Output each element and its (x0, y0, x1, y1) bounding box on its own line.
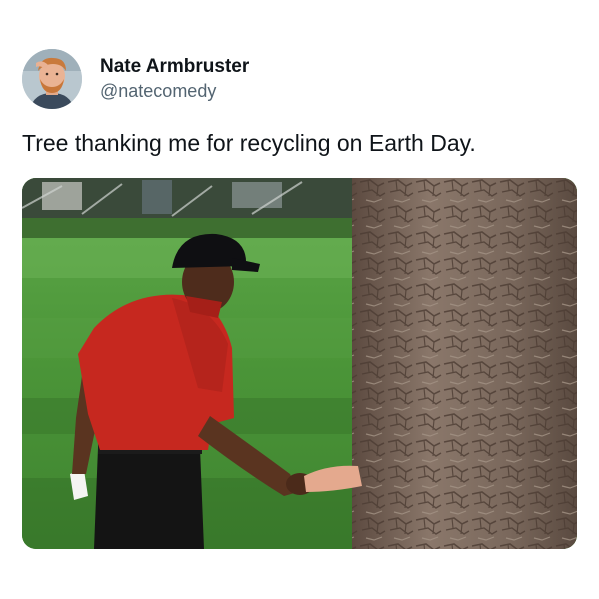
tweet-media[interactable] (22, 178, 577, 549)
author-display-name[interactable]: Nate Armbruster (100, 55, 249, 79)
author-names: Nate Armbruster @natecomedy (100, 55, 249, 103)
tweet-header: Nate Armbruster @natecomedy (22, 49, 249, 109)
photo-golfer-shaking-hand-with-tree-icon (22, 178, 577, 549)
avatar-photo-icon (22, 49, 82, 109)
avatar[interactable] (22, 49, 82, 109)
tweet-text: Tree thanking me for recycling on Earth … (22, 130, 476, 156)
tweet-card: Nate Armbruster @natecomedy Tree thankin… (0, 0, 599, 599)
author-handle[interactable]: @natecomedy (100, 79, 249, 103)
